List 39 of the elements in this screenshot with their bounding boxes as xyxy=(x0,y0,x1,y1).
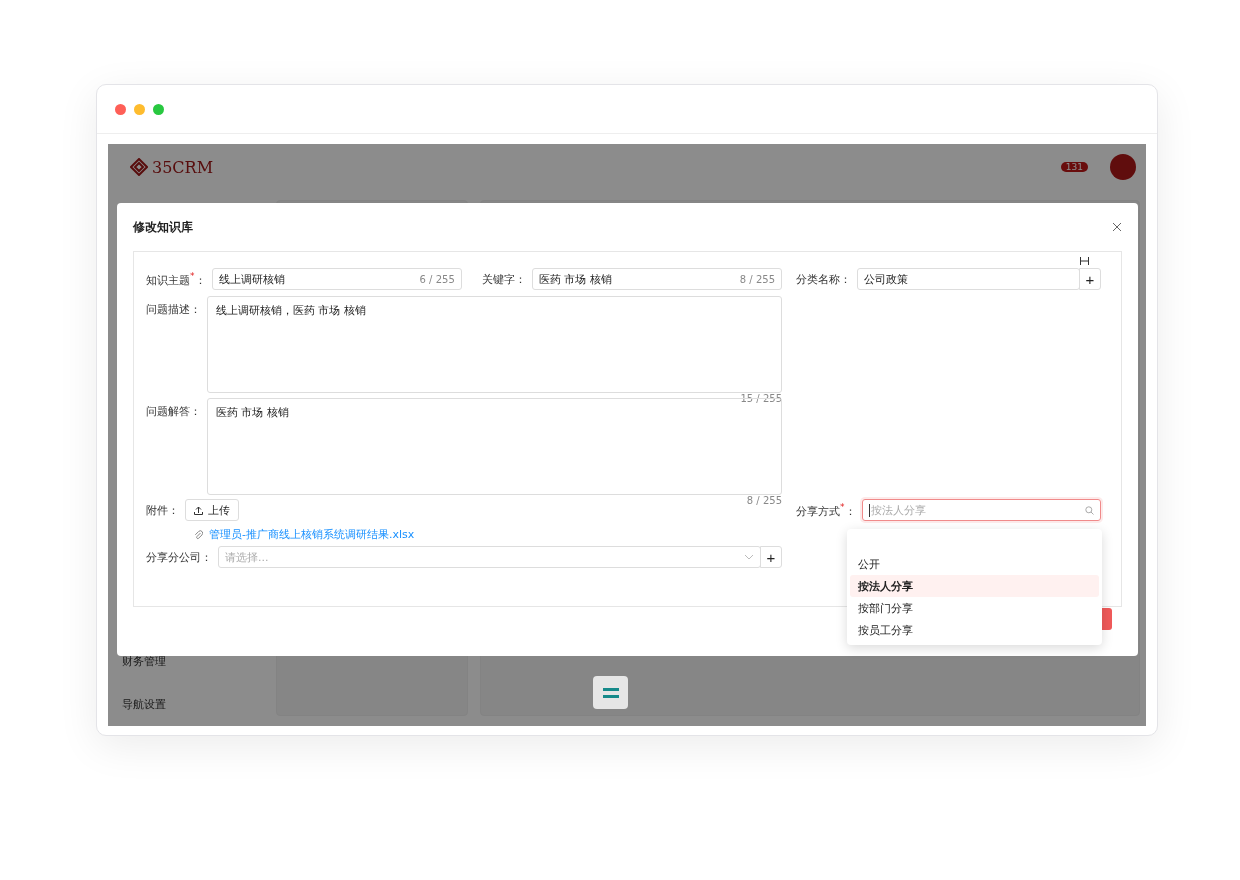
menu-icon xyxy=(602,687,619,698)
window-control-icon[interactable] xyxy=(153,103,164,115)
input-field[interactable]: 公司政策 xyxy=(857,268,1080,290)
close-icon[interactable] xyxy=(1112,222,1122,232)
add-button[interactable]: + xyxy=(760,546,782,568)
char-counter: 8 / 255 xyxy=(746,495,782,506)
upload-button[interactable]: 上传 xyxy=(185,499,239,521)
field-label: 附件： xyxy=(146,502,179,518)
window-control-icon[interactable] xyxy=(115,103,126,115)
sidebar-item[interactable]: 财务管理 xyxy=(122,654,270,669)
field-label: 关键字： xyxy=(481,271,526,287)
dropdown-option[interactable]: 公开 xyxy=(850,553,1099,575)
add-button[interactable]: + xyxy=(1079,268,1101,290)
paperclip-icon xyxy=(194,529,203,540)
field-label: 分类名称： xyxy=(796,271,851,287)
text-area[interactable]: 线上调研核销，医药 市场 核销 xyxy=(207,296,782,393)
input-field[interactable]: 医药 市场 核销 8 / 255 xyxy=(531,268,782,290)
input-field[interactable]: 线上调研核销 6 / 255 xyxy=(211,268,462,290)
notification-badge: 131 xyxy=(1060,162,1088,172)
fullscreen-icon[interactable] xyxy=(1080,257,1089,265)
dialog-title: 修改知识库 xyxy=(133,218,193,236)
avatar[interactable] xyxy=(1110,154,1136,180)
dropdown-option[interactable]: 按法人分享 xyxy=(850,575,1099,597)
chevron-icon xyxy=(744,554,754,560)
field-label: 问题描述： xyxy=(146,302,201,317)
window-control-icon[interactable] xyxy=(134,103,145,115)
field-label: 问题解答： xyxy=(146,404,201,419)
upload-icon xyxy=(194,505,203,515)
search-icon xyxy=(1085,505,1094,515)
char-counter: 8 / 255 xyxy=(739,273,775,285)
field-label: 知识主题$^{*}$： xyxy=(146,270,206,288)
nav-settings-link[interactable]: 导航设置 xyxy=(122,697,270,712)
field-label: 分享方式$^{*}$： xyxy=(796,501,856,519)
field-label: 分享分公司： xyxy=(146,549,212,565)
dropdown-option[interactable]: 按部门分享 xyxy=(850,597,1099,619)
dropdown-option[interactable]: 按员工分享 xyxy=(850,619,1099,641)
logo: 35CRM xyxy=(130,157,214,177)
char-counter: 6 / 255 xyxy=(419,273,455,285)
menu-button[interactable] xyxy=(593,676,628,709)
